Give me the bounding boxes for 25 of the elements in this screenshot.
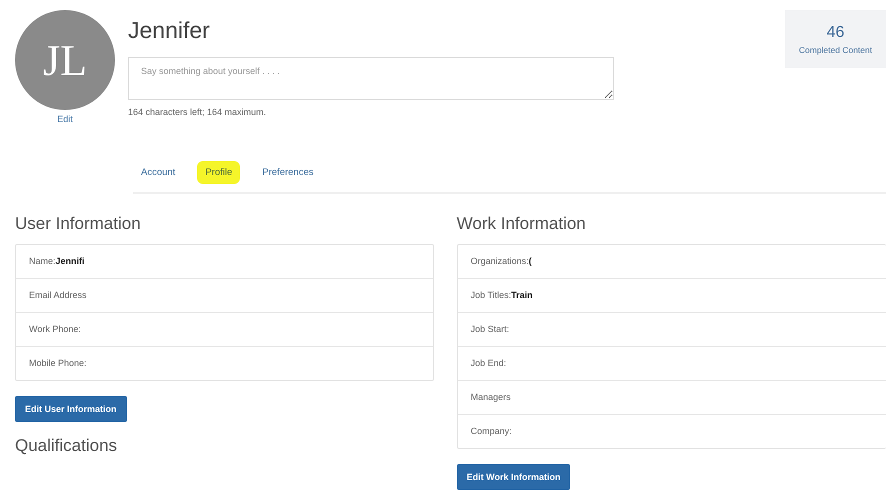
info-row: Email Address xyxy=(16,278,433,312)
info-row: Work Phone: xyxy=(16,312,433,346)
user-name: Jennifer xyxy=(128,16,211,44)
tab[interactable]: Preferences xyxy=(254,161,322,184)
section-heading: User Information xyxy=(15,214,141,234)
info-row: Company: xyxy=(458,414,886,448)
info-row: Mobile Phone: xyxy=(16,346,433,380)
tab[interactable]: Account xyxy=(133,161,184,184)
tab[interactable]: Profile xyxy=(197,161,240,184)
about-field[interactable]: Say something about yourself . . . . xyxy=(128,57,614,100)
edit-user-button[interactable]: Edit User Information xyxy=(15,396,127,422)
edit-link[interactable]: Edit xyxy=(57,114,73,124)
character-count: 164 characters left; 164 maximum. xyxy=(128,107,268,117)
stat-value: 46 xyxy=(826,24,844,42)
info-row: Job Titles:Train xyxy=(458,278,886,312)
edit-work-button[interactable]: Edit Work Information xyxy=(456,464,570,490)
avatar: JL xyxy=(15,10,115,110)
info-row-text: Organizations:( xyxy=(470,255,533,268)
info-row: Managers xyxy=(458,380,886,414)
info-row: Job End: xyxy=(458,346,886,380)
section-heading: Qualifications xyxy=(15,436,118,456)
stat-label: Completed Content xyxy=(798,44,872,54)
info-row: Job Start: xyxy=(458,312,886,346)
info-row-text: Name:Jennifi xyxy=(28,255,86,268)
section-heading: Work Information xyxy=(456,214,586,234)
